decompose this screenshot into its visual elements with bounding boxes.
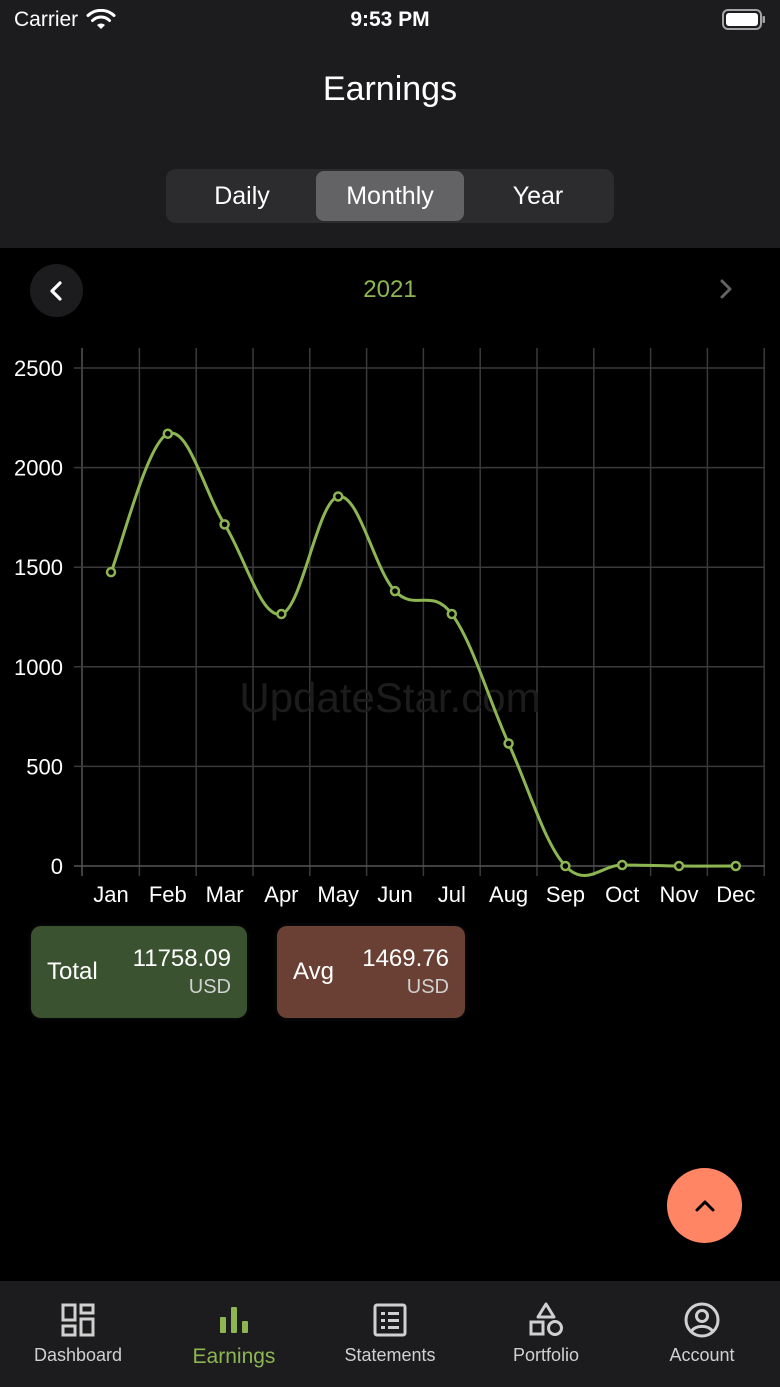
tab-year[interactable]: Year — [464, 171, 612, 221]
user-circle-icon — [684, 1302, 720, 1338]
avg-currency: USD — [406, 976, 449, 998]
y-tick-label: 1000 — [14, 655, 63, 680]
shapes-icon — [529, 1302, 563, 1336]
earnings-line-chart: UpdateStar.com 05001000150020002500 Jan F… — [14, 348, 765, 907]
total-label: Total — [47, 958, 98, 985]
y-tick-label: 1500 — [14, 555, 63, 580]
tab-earnings-label: Earnings — [192, 1345, 276, 1368]
dashboard-icon — [61, 1303, 95, 1337]
data-point — [162, 428, 174, 439]
tab-earnings[interactable]: Earnings — [156, 1281, 312, 1387]
tab-portfolio-label: Portfolio — [512, 1345, 580, 1365]
x-tick-label: Mar — [206, 882, 244, 907]
clock: 9:53 PM — [350, 8, 430, 31]
data-point — [730, 860, 742, 872]
data-point — [560, 860, 571, 872]
tab-daily[interactable]: Daily — [168, 171, 316, 221]
chevron-up-icon — [695, 1200, 714, 1211]
y-tick-label: 0 — [51, 854, 63, 879]
total-amount: 11758.09 — [132, 945, 231, 972]
avg-amount: 1469.76 — [362, 945, 449, 972]
x-tick-label: Aug — [489, 882, 528, 907]
year-navigator: 2021 — [0, 262, 780, 318]
data-point — [503, 738, 514, 749]
data-point — [616, 859, 628, 871]
x-tick-label: Jul — [438, 882, 466, 907]
y-tick-label: 2500 — [14, 356, 63, 381]
tab-portfolio[interactable]: Portfolio — [468, 1281, 624, 1387]
data-point — [389, 585, 401, 597]
year-label: 2021 — [363, 276, 417, 303]
tab-monthly[interactable]: Monthly — [316, 171, 464, 221]
total-currency: USD — [188, 976, 231, 998]
data-point — [332, 491, 344, 502]
statement-list-icon — [373, 1303, 407, 1337]
x-tick-label: Jun — [377, 882, 412, 907]
x-tick-label: Feb — [149, 882, 187, 907]
total-earnings-card: Total 11758.09 USD — [31, 926, 247, 1018]
tab-dashboard-label: Dashboard — [33, 1345, 123, 1365]
x-tick-label: Sep — [546, 882, 585, 907]
tab-statements[interactable]: Statements — [312, 1281, 468, 1387]
x-tick-label: Apr — [264, 882, 298, 907]
data-point — [276, 608, 287, 620]
bar-chart-icon — [220, 1307, 248, 1333]
x-tick-label: Dec — [716, 882, 755, 907]
average-earnings-card: Avg 1469.76 USD — [277, 926, 465, 1018]
chevron-right-icon — [720, 279, 732, 299]
bottom-tab-bar: Dashboard Earnings Statements Portfolio — [0, 1281, 780, 1387]
tab-dashboard[interactable]: Dashboard — [0, 1281, 156, 1387]
x-tick-label: Nov — [659, 882, 698, 907]
data-point — [105, 566, 117, 578]
battery-icon — [722, 9, 765, 30]
data-point — [446, 608, 458, 620]
tab-statements-label: Statements — [344, 1345, 436, 1365]
period-selector: Daily Monthly Year — [166, 169, 614, 223]
y-tick-label: 2000 — [14, 456, 63, 481]
y-tick-label: 500 — [26, 754, 63, 779]
x-tick-label: Oct — [605, 882, 639, 907]
tab-account-label: Account — [669, 1345, 735, 1365]
x-tick-label: Jan — [93, 882, 128, 907]
scroll-to-top-button[interactable] — [667, 1168, 742, 1243]
avg-label: Avg — [293, 958, 334, 985]
page-title: Earnings — [322, 70, 458, 108]
data-point — [673, 860, 685, 872]
status-bar: Carrier 9:53 PM — [0, 0, 780, 40]
tab-account[interactable]: Account — [624, 1281, 780, 1387]
data-point — [219, 519, 230, 530]
x-tick-label: May — [317, 882, 359, 907]
next-year-button[interactable] — [714, 278, 736, 300]
